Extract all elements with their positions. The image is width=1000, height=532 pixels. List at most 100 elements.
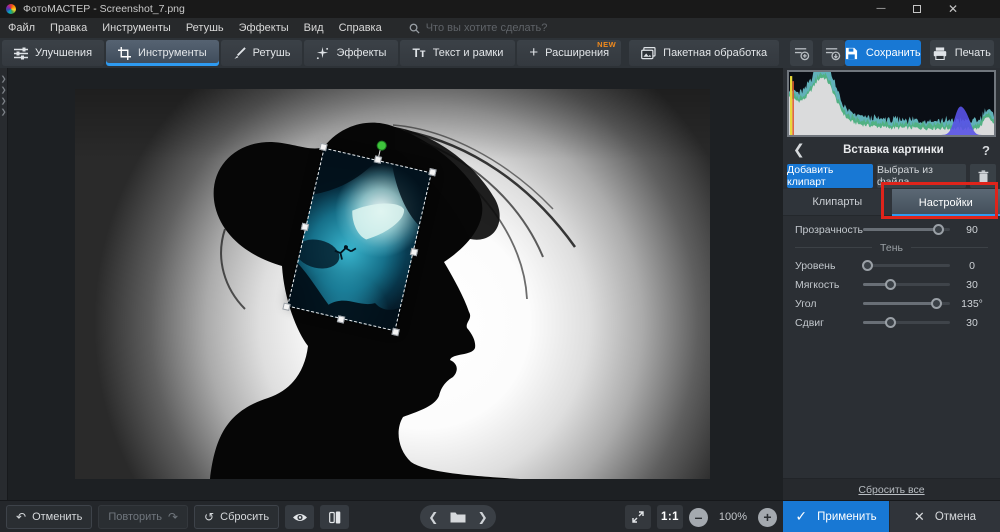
panel-title: Вставка картинки (805, 144, 982, 156)
tab-label: Улучшения (35, 47, 92, 59)
slider-track[interactable] (863, 264, 950, 267)
crop-icon (118, 47, 131, 60)
minimize-button[interactable]: — (876, 0, 886, 18)
folder-icon[interactable] (450, 511, 466, 523)
slider-label: Мягкость (795, 279, 857, 291)
tab-label: Ретушь (253, 47, 291, 59)
zoom-out-button[interactable]: – (689, 508, 708, 527)
slider-label: Сдвиг (795, 317, 857, 329)
slider-handle[interactable] (931, 298, 942, 309)
choose-file-button[interactable]: Выбрать из файла (877, 164, 966, 188)
save-label: Сохранить (866, 47, 921, 59)
magic-wand-icon (316, 47, 329, 60)
slider-track[interactable] (863, 302, 950, 305)
menu-file[interactable]: Файл (8, 22, 35, 34)
menu-edit[interactable]: Правка (50, 22, 87, 34)
apply-button[interactable]: ✓ Применить (783, 501, 889, 532)
left-collapsed-panel[interactable]: ❯ ❯ ❯ ❯ (0, 68, 8, 500)
slider-value: 135° (956, 298, 988, 310)
tab-enhancements[interactable]: Улучшения (2, 40, 104, 66)
redo-button[interactable]: Повторить ↷ (98, 505, 188, 529)
tab-cliparts[interactable]: Клипарты (783, 189, 892, 216)
batch-processing-button[interactable]: Пакетная обработка (629, 40, 779, 66)
slider-angle: Угол 135° (783, 294, 1000, 313)
tab-label: Эффекты (336, 47, 386, 59)
close-button[interactable]: ✕ (948, 0, 958, 18)
slider-value: 30 (956, 279, 988, 291)
actual-size-button[interactable]: 1:1 (657, 505, 683, 529)
add-preset-button[interactable] (790, 40, 813, 66)
chevron-right-icon: ❯ (0, 107, 7, 118)
slider-handle[interactable] (885, 279, 896, 290)
help-icon[interactable]: ? (982, 143, 990, 158)
slider-value: 0 (956, 260, 988, 272)
slider-handle[interactable] (933, 224, 944, 235)
save-button[interactable]: Сохранить (845, 40, 921, 66)
slider-label: Уровень (795, 260, 857, 272)
slider-handle[interactable] (885, 317, 896, 328)
menu-view[interactable]: Вид (304, 22, 324, 34)
print-label: Печать (955, 47, 991, 59)
print-button[interactable]: Печать (930, 40, 994, 66)
save-floppy-icon (845, 47, 858, 60)
prev-photo-button[interactable]: ❮ (423, 510, 443, 524)
editing-canvas[interactable] (8, 68, 783, 500)
search-placeholder: Что вы хотите сделать? (426, 22, 548, 34)
tab-effects[interactable]: Эффекты (304, 40, 398, 66)
shadow-section-label: Тень (880, 242, 903, 254)
tab-extensions[interactable]: NEW + Расширения (517, 40, 621, 66)
tab-label: Текст и рамки (433, 47, 504, 59)
plus-icon: + (529, 48, 538, 58)
window-title: ФотоМАСТЕР - Screenshot_7.png (23, 3, 185, 15)
back-icon[interactable]: ❮ (793, 142, 805, 158)
slider-value: 30 (956, 317, 988, 329)
tab-label: Инструменты (138, 47, 207, 59)
batch-photos-icon (641, 47, 656, 60)
undo-label: Отменить (32, 511, 82, 523)
slider-value: 90 (956, 224, 988, 236)
main-toolbar: Улучшения Инструменты Ретушь Эффекты Tт … (0, 38, 1000, 68)
menu-retouch[interactable]: Ретушь (186, 22, 224, 34)
next-photo-button[interactable]: ❯ (473, 510, 493, 524)
undo-button[interactable]: ↶ Отменить (6, 505, 92, 529)
slider-track[interactable] (863, 283, 950, 286)
show-original-button[interactable] (285, 505, 314, 529)
add-clipart-button[interactable]: Добавить клипарт (787, 164, 873, 188)
reset-label: Сбросить (220, 511, 269, 523)
tab-text-frames[interactable]: Tт Текст и рамки (400, 40, 515, 66)
menu-effects[interactable]: Эффекты (239, 22, 289, 34)
redo-icon: ↷ (168, 510, 178, 524)
search-box[interactable]: Что вы хотите сделать? (409, 22, 548, 34)
search-icon (409, 23, 420, 34)
slider-track[interactable] (863, 228, 950, 231)
preset-add-icon (794, 46, 810, 61)
tab-tools[interactable]: Инструменты (106, 40, 219, 66)
fit-to-screen-button[interactable] (625, 505, 651, 529)
zoom-in-button[interactable]: + (758, 508, 777, 527)
menu-tools[interactable]: Инструменты (102, 22, 171, 34)
cancel-label: Отмена (935, 511, 976, 523)
reset-button[interactable]: ↺ Сбросить (194, 505, 279, 529)
tab-retouch[interactable]: Ретушь (221, 40, 303, 66)
reset-all-link[interactable]: Сбросить все (858, 484, 924, 496)
right-panel: ❮ Вставка картинки ? Добавить клипарт Вы… (783, 68, 1000, 500)
restore-button[interactable] (913, 5, 921, 13)
tab-settings[interactable]: Настройки (892, 189, 1000, 216)
printer-icon (933, 47, 947, 60)
slider-label: Угол (795, 298, 857, 310)
checkmark-icon: ✓ (795, 509, 807, 525)
export-preset-button[interactable] (822, 40, 845, 66)
panel-header: ❮ Вставка картинки ? (783, 140, 1000, 160)
redo-label: Повторить (108, 511, 162, 523)
delete-button[interactable] (970, 164, 996, 188)
before-after-button[interactable] (320, 505, 349, 529)
slider-handle[interactable] (862, 260, 873, 271)
slider-track[interactable] (863, 321, 950, 324)
tab-label: Пакетная обработка (663, 47, 767, 59)
slider-shift: Сдвиг 30 (783, 313, 1000, 332)
photomaster-app-window: ФотоМАСТЕР - Screenshot_7.png — ✕ Файл П… (0, 0, 1000, 532)
new-badge: NEW (597, 40, 616, 49)
menu-help[interactable]: Справка (339, 22, 382, 34)
cancel-button[interactable]: ✕ Отмена (890, 501, 1000, 532)
chevron-right-icon: ❯ (0, 96, 7, 107)
